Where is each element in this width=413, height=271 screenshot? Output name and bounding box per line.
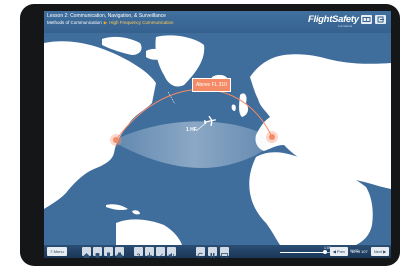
timeline-progress xyxy=(280,252,325,253)
course-screen: Lesson 2: Communication, Navigation, & S… xyxy=(44,11,391,258)
svg-text:?: ? xyxy=(137,254,141,258)
print-button[interactable] xyxy=(115,247,124,258)
prev-arrow-icon: ◀ xyxy=(332,249,336,254)
timeline-thumb[interactable] xyxy=(322,250,327,254)
prev-label: Prev xyxy=(336,249,346,254)
download-icon xyxy=(147,252,152,258)
exit-icon xyxy=(377,16,384,23)
flightsafety-logo: FlightSafety xyxy=(308,14,359,25)
home-icon xyxy=(83,253,90,258)
next-label: Next xyxy=(373,249,383,254)
question-icon: ? xyxy=(137,254,141,258)
prev-button[interactable]: ◀ Prev xyxy=(330,247,348,256)
page-counter: 12 of 107 xyxy=(351,249,368,254)
breadcrumb: Methods of Communication ▶ High Frequency … xyxy=(47,20,174,26)
origin-marker-core xyxy=(113,137,119,143)
bottom-toolbar: ≡ Menu ? 1:05 01:00 ◀ Prev 12 of 107 Nex… xyxy=(44,245,391,258)
print-icon xyxy=(116,252,123,258)
pause-button[interactable] xyxy=(208,247,217,258)
captions-button[interactable] xyxy=(220,247,229,258)
hand-button[interactable] xyxy=(93,247,102,258)
hf-label: 1 HF xyxy=(186,127,197,133)
header-bar: Lesson 2: Communication, Navigation, & S… xyxy=(44,11,391,33)
bookmark-button[interactable] xyxy=(104,247,113,258)
destination-marker-core xyxy=(269,134,275,140)
course-title: Lesson 2: Communication, Navigation, & S… xyxy=(47,13,166,19)
audio-button[interactable] xyxy=(167,247,176,258)
bookmark-icon xyxy=(107,252,110,258)
world-map xyxy=(44,33,391,245)
breadcrumb-current: High Frequency Communication xyxy=(109,20,174,25)
next-arrow-icon: ▶ xyxy=(383,249,387,254)
replay-button[interactable] xyxy=(196,247,205,258)
next-button[interactable]: Next ▶ xyxy=(371,247,389,256)
altitude-callout: Above FL 310 xyxy=(192,78,231,92)
notes-button[interactable] xyxy=(156,247,165,258)
exit-button[interactable] xyxy=(375,15,386,24)
pencil-icon xyxy=(158,253,163,258)
download-button[interactable] xyxy=(145,247,154,258)
captions-icon xyxy=(221,253,228,258)
menu-button[interactable]: ≡ Menu xyxy=(47,247,67,256)
menu-label: Menu xyxy=(53,249,64,254)
pause-icon xyxy=(210,253,215,258)
breadcrumb-separator: ▶ xyxy=(103,20,108,25)
hand-icon xyxy=(95,253,100,258)
glossary-button[interactable] xyxy=(361,15,372,24)
replay-icon xyxy=(197,252,204,258)
menu-icon: ≡ xyxy=(50,249,53,254)
home-button[interactable] xyxy=(82,247,91,258)
speaker-icon xyxy=(168,252,175,258)
help-button[interactable]: ? xyxy=(134,247,143,258)
breadcrumb-parent[interactable]: Methods of Communication xyxy=(47,20,102,25)
logo-subtitle: international xyxy=(338,25,353,28)
book-icon xyxy=(362,17,371,22)
